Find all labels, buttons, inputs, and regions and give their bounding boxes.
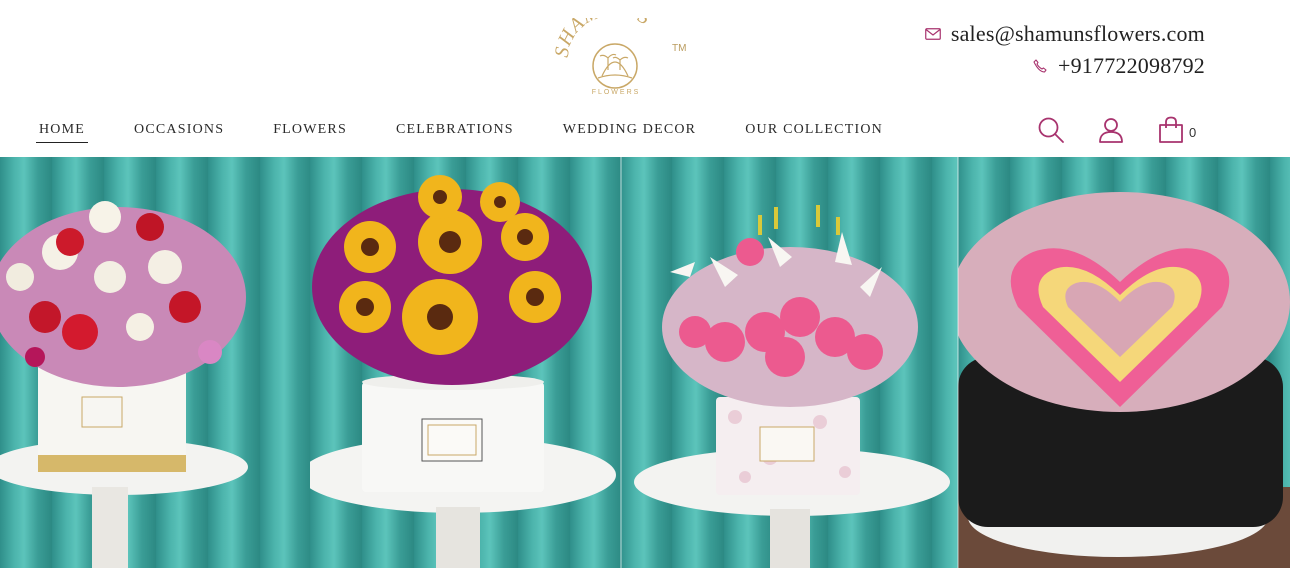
brand-logo[interactable]: SHAMUN'S FLOWERS bbox=[550, 0, 690, 98]
site-header: SHAMUN'S FLOWERS TM sales@shamunsflowers… bbox=[0, 0, 1290, 157]
hero-banner[interactable] bbox=[0, 157, 1290, 568]
contact-info: sales@shamunsflowers.com +917722098792 bbox=[923, 18, 1205, 82]
hero-image-pink-rose-lily-arrangement[interactable] bbox=[620, 157, 958, 568]
shopping-bag-icon[interactable] bbox=[1155, 114, 1187, 146]
hero-image-heart-rose-box[interactable] bbox=[958, 157, 1290, 568]
cart-count-badge[interactable]: 0 bbox=[1189, 125, 1196, 140]
email-link[interactable]: sales@shamunsflowers.com bbox=[951, 21, 1205, 47]
phone-link[interactable]: +917722098792 bbox=[1058, 53, 1205, 79]
nav-item-flowers[interactable]: FLOWERS bbox=[270, 116, 350, 143]
svg-text:SHAMUN'S: SHAMUN'S bbox=[551, 18, 655, 59]
nav-item-celebrations[interactable]: CELEBRATIONS bbox=[393, 116, 517, 143]
logo-text: SHAMUN'S bbox=[551, 0, 654, 59]
nav-item-occasions[interactable]: OCCASIONS bbox=[131, 116, 227, 143]
mail-icon bbox=[923, 24, 943, 44]
phone-icon bbox=[1030, 56, 1050, 76]
nav-item-wedding-decor[interactable]: WEDDING DECOR bbox=[560, 116, 699, 143]
logo-subtext: FLOWERS bbox=[592, 89, 641, 96]
hero-image-red-white-arrangement[interactable] bbox=[0, 157, 310, 568]
trademark-symbol: TM bbox=[672, 43, 687, 54]
main-nav: HOME OCCASIONS FLOWERS CELEBRATIONS WEDD… bbox=[36, 116, 929, 143]
header-tools: 0 bbox=[1035, 114, 1196, 146]
user-icon[interactable] bbox=[1095, 114, 1127, 146]
panel-divider bbox=[620, 157, 622, 568]
nav-item-home[interactable]: HOME bbox=[36, 116, 89, 143]
phone-row[interactable]: +917722098792 bbox=[923, 50, 1205, 82]
nav-item-our-collection[interactable]: OUR COLLECTION bbox=[742, 116, 886, 143]
panel-divider bbox=[957, 157, 959, 568]
email-row[interactable]: sales@shamunsflowers.com bbox=[923, 18, 1205, 50]
hero-image-sunflower-arrangement[interactable] bbox=[310, 157, 620, 568]
search-icon[interactable] bbox=[1035, 114, 1067, 146]
